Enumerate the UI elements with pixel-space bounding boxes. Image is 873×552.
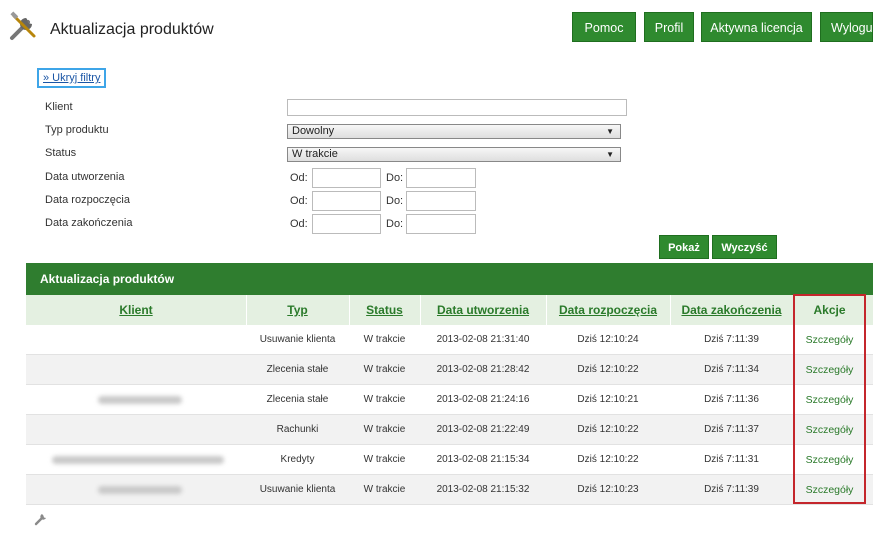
cell-type: Kredyty [280, 454, 315, 465]
page-header: Aktualizacja produktów Pomoc Profil Akty… [0, 0, 873, 60]
start-to-input[interactable] [406, 191, 476, 211]
created-to-input[interactable] [406, 168, 476, 188]
end-date-label: Data zakończenia [45, 217, 133, 229]
cell-ended: Dziś 7:11:36 [704, 394, 759, 405]
cell-created: 2013-02-08 21:24:16 [436, 394, 530, 405]
column-header-type[interactable]: Typ [246, 295, 349, 325]
wrench-icon[interactable] [34, 512, 48, 526]
cell-status: W trakcie [363, 394, 406, 405]
table-row: Zlecenia stałe W trakcie 2013-02-08 21:2… [26, 385, 873, 415]
cell-status: W trakcie [363, 454, 406, 465]
table-row: Rachunki W trakcie 2013-02-08 21:22:49 D… [26, 415, 873, 445]
table-header: Klient Typ Status Data utworzenia Data r… [26, 295, 873, 325]
created-to-label: Do: [386, 172, 404, 184]
cell-status: W trakcie [363, 424, 406, 435]
redacted-client [98, 486, 182, 494]
column-header-started[interactable]: Data rozpoczęcia [546, 295, 670, 325]
cell-status: W trakcie [363, 484, 406, 495]
cell-started: Dziś 12:10:22 [577, 364, 639, 375]
hide-filters-toggle[interactable]: » Ukryj filtry [37, 68, 107, 88]
redacted-client [52, 456, 224, 464]
client-input[interactable] [287, 99, 627, 116]
column-divider [349, 295, 350, 325]
created-date-label: Data utworzenia [45, 171, 125, 183]
profile-button[interactable]: Profil [644, 12, 694, 42]
page-title: Aktualizacja produktów [50, 21, 214, 38]
hide-filters-link[interactable]: » Ukryj filtry [43, 72, 100, 84]
cell-created: 2013-02-08 21:28:42 [436, 364, 530, 375]
redacted-client [98, 396, 182, 404]
cell-ended: Dziś 7:11:31 [704, 454, 759, 465]
clear-button[interactable]: Wyczyść [712, 235, 777, 259]
cell-type: Zlecenia stałe [266, 364, 329, 375]
cell-status: W trakcie [363, 334, 406, 345]
cell-ended: Dziś 7:11:39 [704, 484, 759, 495]
start-from-input[interactable] [312, 191, 381, 211]
client-label: Klient [45, 101, 73, 113]
status-value: W trakcie [292, 148, 338, 160]
column-header-client[interactable]: Klient [26, 295, 246, 325]
table-row: Usuwanie klienta W trakcie 2013-02-08 21… [26, 475, 873, 505]
start-date-label: Data rozpoczęcia [45, 194, 130, 206]
cell-started: Dziś 12:10:23 [577, 484, 639, 495]
product-type-label: Typ produktu [45, 124, 109, 136]
product-type-select[interactable]: Dowolny ▼ [287, 124, 621, 139]
table-title: Aktualizacja produktów [26, 263, 873, 295]
table-row: Zlecenia stałe W trakcie 2013-02-08 21:2… [26, 355, 873, 385]
created-from-input[interactable] [312, 168, 381, 188]
actions-column-highlight [793, 294, 866, 504]
created-from-label: Od: [290, 172, 308, 184]
column-divider [420, 295, 421, 325]
cell-type: Usuwanie klienta [259, 334, 336, 345]
cell-created: 2013-02-08 21:31:40 [436, 334, 530, 345]
license-button[interactable]: Aktywna licencja [701, 12, 812, 42]
help-button[interactable]: Pomoc [572, 12, 636, 42]
cell-type: Rachunki [276, 424, 319, 435]
dropdown-arrow-icon: ▼ [606, 150, 614, 159]
cell-ended: Dziś 7:11:37 [704, 424, 759, 435]
cell-started: Dziś 12:10:24 [577, 334, 639, 345]
status-label: Status [45, 147, 77, 159]
tools-icon [10, 11, 36, 40]
end-from-input[interactable] [312, 214, 381, 234]
cell-created: 2013-02-08 21:15:32 [436, 484, 530, 495]
status-select[interactable]: W trakcie ▼ [287, 147, 621, 162]
cell-created: 2013-02-08 21:22:49 [436, 424, 530, 435]
cell-started: Dziś 12:10:21 [577, 394, 639, 405]
column-header-status[interactable]: Status [349, 295, 420, 325]
end-to-input[interactable] [406, 214, 476, 234]
cell-status: W trakcie [363, 364, 406, 375]
logout-button[interactable]: Wylogu [820, 12, 873, 42]
column-header-ended[interactable]: Data zakończenia [670, 295, 793, 325]
end-to-label: Do: [386, 218, 404, 230]
column-divider [246, 295, 247, 325]
cell-started: Dziś 12:10:22 [577, 424, 639, 435]
column-divider [546, 295, 547, 325]
table-row: Kredyty W trakcie 2013-02-08 21:15:34 Dz… [26, 445, 873, 475]
cell-ended: Dziś 7:11:34 [704, 364, 759, 375]
cell-type: Usuwanie klienta [259, 484, 336, 495]
dropdown-arrow-icon: ▼ [606, 127, 614, 136]
start-to-label: Do: [386, 195, 404, 207]
product-type-value: Dowolny [292, 125, 335, 137]
column-divider [670, 295, 671, 325]
show-button[interactable]: Pokaż [659, 235, 709, 259]
table-row: Usuwanie klienta W trakcie 2013-02-08 21… [26, 325, 873, 355]
cell-created: 2013-02-08 21:15:34 [436, 454, 530, 465]
column-header-created[interactable]: Data utworzenia [420, 295, 546, 325]
cell-ended: Dziś 7:11:39 [704, 334, 759, 345]
start-from-label: Od: [290, 195, 308, 207]
cell-type: Zlecenia stałe [266, 394, 329, 405]
end-from-label: Od: [290, 218, 308, 230]
cell-started: Dziś 12:10:22 [577, 454, 639, 465]
